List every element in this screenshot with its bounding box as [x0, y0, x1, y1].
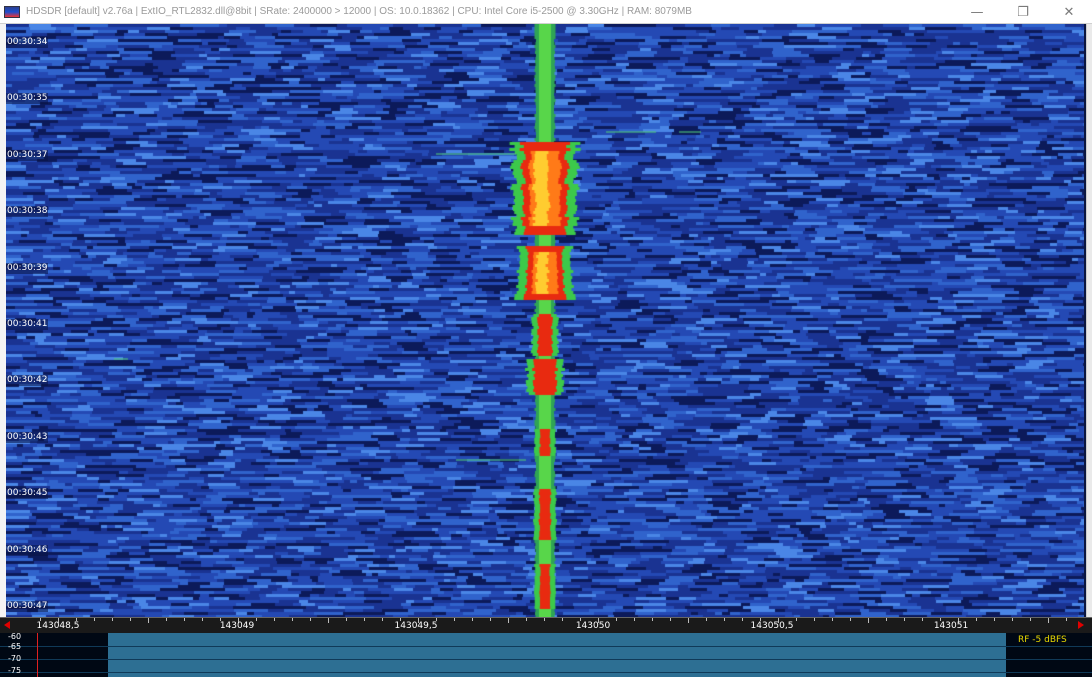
time-label: 00:30:45	[6, 488, 49, 499]
waterfall-canvas[interactable]	[6, 24, 1084, 617]
frequency-tick	[184, 618, 185, 621]
frequency-tick	[868, 618, 869, 623]
frequency-tick	[688, 618, 689, 623]
frequency-tick	[886, 618, 887, 621]
time-label: 00:30:46	[6, 545, 49, 556]
window-controls: — ❐ ✕	[954, 0, 1092, 24]
frequency-axis[interactable]: 143048,5 143049 143049,5 143050 143050,5…	[0, 617, 1092, 633]
time-label: 00:30:47	[6, 601, 49, 612]
scroll-left-arrow-icon[interactable]	[4, 621, 10, 629]
frequency-tick	[994, 618, 995, 621]
spectrum-passband	[108, 633, 1006, 677]
spectrum-gridline	[0, 659, 1092, 660]
frequency-tick	[832, 618, 833, 621]
time-label: 00:30:37	[6, 150, 49, 161]
frequency-tick	[292, 618, 293, 621]
frequency-tick	[112, 618, 113, 621]
spectrum-gridline	[0, 672, 1092, 673]
time-label: 00:30:39	[6, 263, 49, 274]
db-label: -60	[8, 632, 22, 641]
frequency-tick	[814, 618, 815, 621]
db-label: -70	[8, 654, 22, 663]
frequency-tick	[544, 618, 545, 621]
frequency-tick	[346, 618, 347, 621]
frequency-tick	[256, 618, 257, 621]
frequency-tick	[850, 618, 851, 621]
frequency-tick	[634, 618, 635, 621]
frequency-tick	[562, 618, 563, 621]
frequency-tick	[724, 618, 725, 621]
frequency-label: 143050	[575, 621, 611, 631]
waterfall-scrollbar[interactable]	[1086, 24, 1092, 617]
frequency-label: 143050,5	[750, 621, 794, 631]
time-label: 00:30:42	[6, 375, 49, 386]
frequency-tick	[670, 618, 671, 621]
frequency-tick	[454, 618, 455, 621]
db-label: -65	[8, 642, 22, 651]
frequency-label: 143051	[933, 621, 969, 631]
frequency-tick	[1066, 618, 1067, 621]
frequency-tick	[922, 618, 923, 621]
title-bar[interactable]: HDSDR [default] v2.76a | ExtIO_RTL2832.d…	[0, 0, 1092, 24]
frequency-tick	[166, 618, 167, 621]
db-label: -75	[8, 666, 22, 675]
frequency-tick	[148, 618, 149, 623]
close-button[interactable]: ✕	[1046, 0, 1092, 24]
window-title: HDSDR [default] v2.76a | ExtIO_RTL2832.d…	[26, 6, 692, 17]
time-label: 00:30:35	[6, 93, 49, 104]
frequency-tick	[130, 618, 131, 621]
maximize-button[interactable]: ❐	[1000, 0, 1046, 24]
frequency-tick	[1012, 618, 1013, 621]
close-icon: ✕	[1063, 4, 1075, 20]
frequency-tick	[94, 618, 95, 621]
time-label: 00:30:43	[6, 432, 49, 443]
frequency-tick	[526, 618, 527, 621]
frequency-label: 143048,5	[36, 621, 80, 631]
hdsdr-app-icon[interactable]	[4, 5, 20, 18]
frequency-tick	[310, 618, 311, 621]
frequency-tick	[706, 618, 707, 621]
minimize-icon: —	[970, 4, 984, 20]
frequency-tick	[364, 618, 365, 621]
frequency-tick	[742, 618, 743, 621]
minimize-button[interactable]: —	[954, 0, 1000, 24]
frequency-label: 143049,5	[394, 621, 438, 631]
frequency-tick	[796, 618, 797, 621]
frequency-tick	[508, 618, 509, 623]
frequency-tick	[652, 618, 653, 621]
frequency-tick	[472, 618, 473, 621]
frequency-tick	[904, 618, 905, 621]
tuning-marker[interactable]	[37, 633, 38, 677]
frequency-tick	[202, 618, 203, 621]
frequency-tick	[616, 618, 617, 621]
frequency-tick	[1030, 618, 1031, 621]
maximize-icon: ❐	[1017, 4, 1029, 20]
time-label: 00:30:38	[6, 206, 49, 217]
scroll-right-arrow-icon[interactable]	[1078, 621, 1084, 629]
frequency-tick	[1048, 618, 1049, 623]
spectrum-display[interactable]: -60 -65 -70 -75 RF -5 dBFS	[0, 633, 1092, 677]
spectrum-gridline	[0, 646, 1092, 647]
time-label: 00:30:34	[6, 37, 49, 48]
time-label: 00:30:41	[6, 319, 49, 330]
frequency-tick	[328, 618, 329, 623]
waterfall-display[interactable]	[6, 24, 1084, 617]
frequency-tick	[490, 618, 491, 621]
frequency-tick	[382, 618, 383, 621]
frequency-label: 143049	[219, 621, 255, 631]
frequency-tick	[274, 618, 275, 621]
frequency-tick	[976, 618, 977, 621]
rf-level-readout: RF -5 dBFS	[1018, 635, 1067, 645]
